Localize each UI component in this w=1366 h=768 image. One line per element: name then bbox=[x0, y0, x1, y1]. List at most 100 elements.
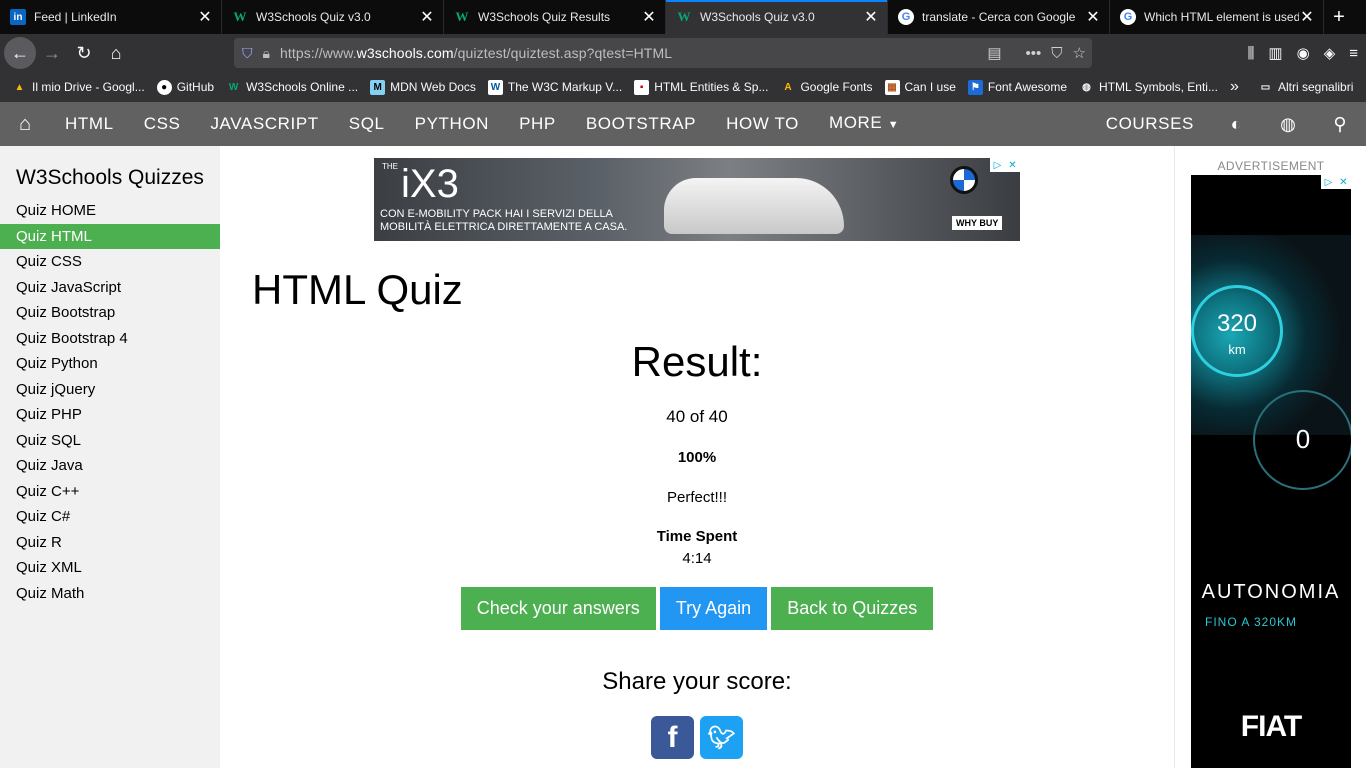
bookmark-item[interactable]: ▪ HTML Entities & Sp... bbox=[634, 79, 768, 95]
sidebar-item-quiz-csharp[interactable]: Quiz C# bbox=[0, 504, 220, 530]
nav-javascript[interactable]: JAVASCRIPT bbox=[195, 102, 333, 146]
bookmark-item[interactable]: ▲ Il mio Drive - Googl... bbox=[12, 80, 145, 95]
close-icon[interactable]: ✕ bbox=[197, 9, 213, 26]
sidebar-item-quiz-jquery[interactable]: Quiz jQuery bbox=[0, 377, 220, 403]
time-spent-label: Time Spent bbox=[656, 528, 738, 545]
tab-title: Which HTML element is used to bbox=[1144, 10, 1299, 24]
dark-mode-icon[interactable]: ◐ bbox=[1210, 102, 1262, 146]
library-icon[interactable]: ⫼ bbox=[1248, 45, 1255, 62]
bookmark-item[interactable]: ◍ HTML Symbols, Enti... bbox=[1079, 80, 1218, 95]
sidebar-item-quiz-cpp[interactable]: Quiz C++ bbox=[0, 479, 220, 505]
sidebar-item-quiz-javascript[interactable]: Quiz JavaScript bbox=[0, 275, 220, 301]
lock-icon[interactable]: 🔒︎ bbox=[263, 45, 270, 62]
ad-cta[interactable]: WHY BUY bbox=[952, 216, 1003, 230]
ad-choices[interactable]: ▷ ✕ bbox=[1321, 175, 1351, 189]
chevron-double-right-icon[interactable]: » bbox=[1230, 78, 1239, 96]
back-button[interactable]: ← bbox=[4, 37, 36, 69]
skyscraper-ad[interactable]: 320 km 0 AUTONOMIA FINO A 320KM FIAT ▷ ✕ bbox=[1191, 175, 1351, 768]
close-icon[interactable]: ✕ bbox=[863, 9, 879, 26]
forward-button[interactable]: → bbox=[36, 37, 68, 69]
check-answers-button[interactable]: Check your answers bbox=[460, 587, 656, 630]
sidebar-item-quiz-sql[interactable]: Quiz SQL bbox=[0, 428, 220, 454]
bookmark-label: W3Schools Online ... bbox=[246, 80, 359, 94]
nav-html[interactable]: HTML bbox=[50, 102, 129, 146]
sidebar-item-quiz-xml[interactable]: Quiz XML bbox=[0, 555, 220, 581]
globe-icon[interactable]: ◍ bbox=[1262, 102, 1314, 146]
sidebar-item-quiz-java[interactable]: Quiz Java bbox=[0, 453, 220, 479]
reload-button[interactable]: ↻ bbox=[68, 37, 100, 69]
browser-tab[interactable]: G translate - Cerca con Google ✕ bbox=[888, 0, 1110, 34]
bookmark-item[interactable]: ● GitHub bbox=[156, 79, 214, 95]
bookmark-folder-label: Altri segnalibri bbox=[1278, 80, 1354, 94]
nav-bootstrap[interactable]: BOOTSTRAP bbox=[571, 102, 711, 146]
bookmark-item[interactable]: M MDN Web Docs bbox=[370, 79, 476, 95]
sidebar-item-quiz-bootstrap[interactable]: Quiz Bootstrap bbox=[0, 300, 220, 326]
ad-choices[interactable]: ▷ ✕ bbox=[990, 158, 1020, 172]
caret-down-icon: ▼ bbox=[887, 119, 900, 131]
sidebar-item-quiz-r[interactable]: Quiz R bbox=[0, 530, 220, 556]
sidebar-item-quiz-home[interactable]: Quiz HOME bbox=[0, 198, 220, 224]
page-actions-icon[interactable]: ••• bbox=[1026, 45, 1042, 62]
try-again-button[interactable]: Try Again bbox=[659, 587, 768, 630]
bookmark-item[interactable]: ▦ Can I use bbox=[884, 79, 956, 95]
bmw-logo-icon bbox=[950, 166, 978, 194]
sidebar-icon[interactable]: ▥ bbox=[1268, 44, 1282, 62]
browser-tab[interactable]: W W3Schools Quiz v3.0 ✕ bbox=[222, 0, 444, 34]
nav-howto[interactable]: HOW TO bbox=[711, 102, 814, 146]
nav-more[interactable]: MORE ▼ bbox=[814, 101, 914, 147]
browser-tab-active[interactable]: W W3Schools Quiz v3.0 ✕ bbox=[666, 0, 888, 34]
bookmark-item[interactable]: ⚑ Font Awesome bbox=[967, 79, 1067, 95]
close-icon[interactable]: ✕ bbox=[1336, 175, 1351, 189]
account-icon[interactable]: ◉ bbox=[1297, 44, 1310, 62]
close-icon[interactable]: ✕ bbox=[641, 9, 657, 26]
bookmark-star-icon[interactable]: ☆ bbox=[1073, 44, 1086, 62]
adchoices-icon[interactable]: ▷ bbox=[1321, 175, 1336, 189]
reader-view-icon[interactable]: ▤ bbox=[987, 44, 1001, 62]
github-icon: ● bbox=[156, 79, 172, 95]
twitter-icon[interactable]: 🐦︎ bbox=[700, 716, 743, 759]
sidebar-item-quiz-css[interactable]: Quiz CSS bbox=[0, 249, 220, 275]
nav-css[interactable]: CSS bbox=[129, 102, 196, 146]
sidebar-item-quiz-html[interactable]: Quiz HTML bbox=[0, 223, 220, 249]
banner-ad[interactable]: THEiX3 CON E-MOBILITY PACK HAI I SERVIZI… bbox=[374, 158, 1020, 241]
bookmark-item[interactable]: W W3Schools Online ... bbox=[226, 80, 358, 95]
new-tab-button[interactable]: + bbox=[1324, 0, 1354, 34]
bookmark-label: The W3C Markup V... bbox=[507, 80, 623, 94]
bookmark-label: Can I use bbox=[904, 80, 956, 94]
nav-php[interactable]: PHP bbox=[504, 102, 571, 146]
sidebar-item-quiz-math[interactable]: Quiz Math bbox=[0, 581, 220, 607]
browser-tab[interactable]: in Feed | LinkedIn ✕ bbox=[0, 0, 222, 34]
share-buttons: f 🐦︎ bbox=[220, 716, 1174, 759]
browser-tab[interactable]: G Which HTML element is used to ✕ bbox=[1110, 0, 1324, 34]
close-icon[interactable]: ✕ bbox=[1299, 9, 1315, 26]
back-to-quizzes-button[interactable]: Back to Quizzes bbox=[771, 587, 934, 630]
sidebar-item-quiz-python[interactable]: Quiz Python bbox=[0, 351, 220, 377]
home-icon[interactable]: ⌂ bbox=[0, 102, 50, 146]
close-icon[interactable]: ✕ bbox=[1005, 158, 1020, 172]
browser-tab[interactable]: W W3Schools Quiz Results ✕ bbox=[444, 0, 666, 34]
pocket-icon[interactable]: ⛉ bbox=[1051, 45, 1062, 62]
sidebar-item-quiz-bootstrap4[interactable]: Quiz Bootstrap 4 bbox=[0, 326, 220, 352]
ad-model: THEiX3 bbox=[382, 162, 459, 207]
shield-icon[interactable]: ⛉ bbox=[242, 45, 253, 62]
nav-sql[interactable]: SQL bbox=[334, 102, 400, 146]
extension-icon[interactable]: ◈ bbox=[1324, 44, 1336, 62]
adchoices-icon[interactable]: ▷ bbox=[990, 158, 1005, 172]
search-icon[interactable]: ⚲ bbox=[1314, 102, 1366, 146]
menu-icon[interactable]: ≡ bbox=[1349, 45, 1358, 62]
close-icon[interactable]: ✕ bbox=[419, 9, 435, 26]
bookmark-folder[interactable]: ▭ Altri segnalibri bbox=[1258, 80, 1354, 95]
result-heading: Result: bbox=[631, 338, 763, 385]
bookmark-item[interactable]: W The W3C Markup V... bbox=[487, 79, 623, 95]
toolbar-right: ⫼ ▥ ◉ ◈ ≡ bbox=[1248, 34, 1359, 72]
facebook-icon[interactable]: f bbox=[651, 716, 694, 759]
nav-courses[interactable]: COURSES bbox=[1090, 102, 1210, 146]
nav-python[interactable]: PYTHON bbox=[400, 102, 504, 146]
close-icon[interactable]: ✕ bbox=[1085, 9, 1101, 26]
home-button[interactable]: ⌂ bbox=[100, 37, 132, 69]
bookmark-item[interactable]: A Google Fonts bbox=[780, 80, 872, 95]
sidebar-item-quiz-php[interactable]: Quiz PHP bbox=[0, 402, 220, 428]
quiz-sidebar: W3Schools Quizzes Quiz HOME Quiz HTML Qu… bbox=[0, 146, 220, 768]
result-actions: Check your answers Try Again Back to Qui… bbox=[220, 587, 1174, 630]
address-bar[interactable]: ⛉ 🔒︎ https://www.w3schools.com/quiztest/… bbox=[234, 38, 1092, 68]
